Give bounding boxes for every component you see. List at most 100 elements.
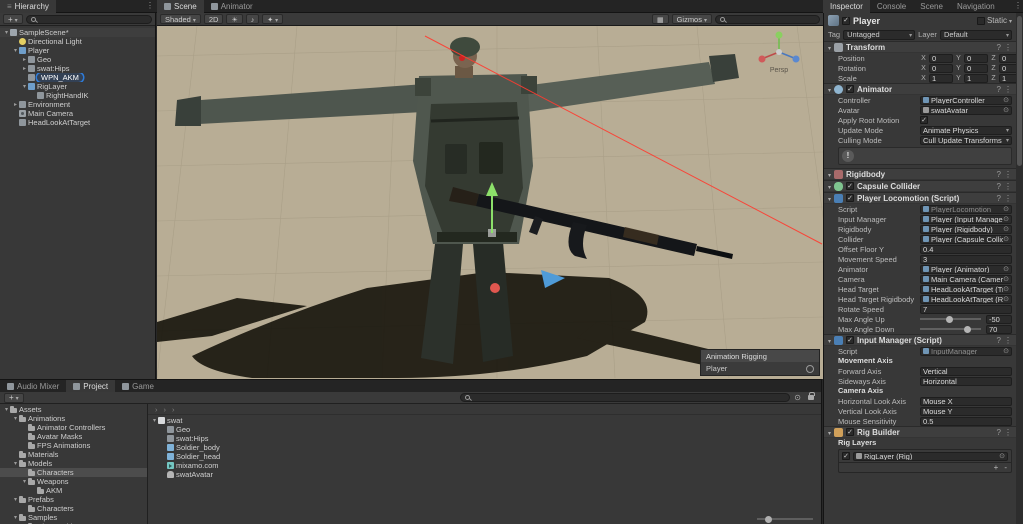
animator-header[interactable]: Animator bbox=[824, 83, 1016, 95]
script-object-field[interactable]: InputManager bbox=[920, 346, 1012, 356]
hierarchy-item[interactable]: Directional Light bbox=[0, 37, 155, 46]
update-mode-dropdown[interactable]: Animate Physics bbox=[920, 125, 1012, 135]
static-toggle[interactable]: Static bbox=[976, 16, 1012, 25]
help-icon[interactable] bbox=[997, 85, 1001, 94]
kebab-menu-icon[interactable] bbox=[1004, 336, 1012, 345]
component-enabled-checkbox[interactable] bbox=[846, 336, 855, 344]
effects-dropdown-button[interactable] bbox=[262, 14, 284, 24]
asset-list-item[interactable]: swat:Hips bbox=[148, 434, 821, 443]
object-field[interactable]: HeadLookAtTarget (Transform) bbox=[920, 284, 1012, 294]
eye-icon[interactable] bbox=[794, 393, 801, 402]
object-picker-icon[interactable] bbox=[1003, 286, 1009, 293]
folder-tree-item[interactable]: ▾ Models bbox=[0, 459, 147, 468]
expand-arrow-icon[interactable]: ▸ bbox=[21, 65, 28, 72]
asset-list-item[interactable]: Soldier_body bbox=[148, 443, 821, 452]
object-field[interactable]: Player (Animator) bbox=[920, 264, 1012, 274]
asset-list-item[interactable]: Geo bbox=[148, 425, 821, 434]
folder-tree-item[interactable]: ▾ Assets bbox=[0, 405, 147, 414]
scene-search-input[interactable] bbox=[715, 14, 820, 24]
folder-tree-item[interactable]: Characters bbox=[0, 468, 147, 477]
kebab-menu-icon[interactable] bbox=[1004, 194, 1012, 203]
object-picker-icon[interactable] bbox=[1003, 206, 1009, 213]
hierarchy-item[interactable]: ▸ Geo bbox=[0, 55, 155, 64]
foldout-arrow-icon[interactable] bbox=[828, 194, 831, 203]
folder-tree-item[interactable]: Materials bbox=[0, 450, 147, 459]
asset-list-item[interactable]: mixamo.com bbox=[148, 461, 821, 470]
vertical-look-field[interactable]: Mouse Y bbox=[920, 406, 1012, 416]
folder-tree-item[interactable]: FPS Animations bbox=[0, 441, 147, 450]
expand-arrow-icon[interactable]: ▾ bbox=[3, 406, 10, 413]
capsule-collider-header[interactable]: Capsule Collider bbox=[824, 180, 1016, 192]
asset-list-item[interactable]: Soldier_head bbox=[148, 452, 821, 461]
breadcrumb-item[interactable] bbox=[169, 405, 178, 414]
gizmos-dropdown[interactable]: Gizmos bbox=[671, 14, 712, 24]
scale-x-field[interactable]: 1 bbox=[929, 73, 953, 83]
player-locomotion-header[interactable]: Player Locomotion (Script) bbox=[824, 192, 1016, 204]
rig-effector-icon[interactable] bbox=[806, 364, 814, 373]
expand-arrow-icon[interactable]: ▾ bbox=[21, 478, 28, 485]
object-picker-icon[interactable] bbox=[1003, 276, 1009, 283]
breadcrumb-item[interactable] bbox=[161, 405, 170, 414]
asset-list-item[interactable]: ▾ swat bbox=[148, 416, 821, 425]
2d-toggle-button[interactable]: 2D bbox=[203, 14, 224, 24]
expand-arrow-icon[interactable]: ▾ bbox=[12, 415, 19, 422]
project-search-input[interactable] bbox=[460, 393, 791, 402]
rotation-x-field[interactable]: 0 bbox=[929, 63, 953, 73]
inspector-kebab-icon[interactable] bbox=[1014, 1, 1022, 10]
input-manager-header[interactable]: Input Manager (Script) bbox=[824, 334, 1016, 346]
max-angle-up-slider[interactable] bbox=[920, 315, 981, 323]
expand-arrow-icon[interactable]: ▾ bbox=[12, 47, 19, 54]
movement-speed-field[interactable]: 3 bbox=[920, 254, 1012, 264]
apply-root-motion-checkbox[interactable] bbox=[920, 116, 928, 124]
help-icon[interactable] bbox=[997, 43, 1001, 52]
scale-y-field[interactable]: 1 bbox=[964, 73, 988, 83]
mouse-sensitivity-field[interactable]: 0.5 bbox=[920, 416, 1012, 426]
object-field[interactable]: Player (Input Manager) bbox=[920, 214, 1012, 224]
gameobject-name[interactable]: Player bbox=[853, 16, 880, 26]
controller-object-field[interactable]: PlayerController bbox=[920, 95, 1012, 105]
inspector-scrollbar[interactable] bbox=[1016, 13, 1023, 524]
tab-console[interactable]: Console bbox=[870, 0, 913, 13]
hierarchy-item[interactable]: ▾ SampleScene* bbox=[0, 28, 155, 37]
asset-list-item[interactable]: swatAvatar bbox=[148, 470, 821, 479]
perspective-label[interactable]: Persp bbox=[755, 67, 803, 74]
slider-knob[interactable] bbox=[945, 315, 953, 323]
tag-dropdown[interactable]: Untagged bbox=[843, 29, 916, 40]
object-picker-icon[interactable] bbox=[1003, 236, 1009, 243]
offset-floor-field[interactable]: 0.4 bbox=[920, 244, 1012, 254]
max-angle-down-field[interactable]: 70 bbox=[986, 324, 1012, 334]
folder-tree-item[interactable]: Avatar Masks bbox=[0, 432, 147, 441]
transform-header[interactable]: Transform bbox=[824, 41, 1016, 53]
object-field[interactable]: Player (Capsule Collider) bbox=[920, 234, 1012, 244]
object-picker-icon[interactable] bbox=[1003, 266, 1009, 273]
project-panel-tab[interactable]: Game bbox=[115, 380, 161, 392]
scrollbar-thumb[interactable] bbox=[1017, 16, 1022, 166]
hierarchy-item[interactable]: ▾ Player bbox=[0, 46, 155, 55]
breadcrumb-item[interactable] bbox=[152, 405, 161, 414]
tab-hierarchy[interactable]: Hierarchy bbox=[0, 0, 56, 13]
help-icon[interactable] bbox=[997, 194, 1001, 203]
avatar-object-field[interactable]: swatAvatar bbox=[920, 105, 1012, 115]
project-panel-tab[interactable]: Audio Mixer bbox=[0, 380, 66, 392]
folder-tree-item[interactable]: ▾ Prefabs bbox=[0, 495, 147, 504]
tab-navigation[interactable]: Navigation bbox=[950, 0, 1002, 13]
folder-tree-item[interactable]: ▾ Weapons bbox=[0, 477, 147, 486]
object-picker-icon[interactable] bbox=[1003, 107, 1009, 114]
hierarchy-item[interactable]: RightHandIK bbox=[0, 91, 155, 100]
object-field[interactable]: Player (Rigidbody) bbox=[920, 224, 1012, 234]
hierarchy-search-input[interactable] bbox=[25, 14, 152, 24]
tab-inspector[interactable]: Inspector bbox=[823, 0, 870, 13]
kebab-menu-icon[interactable] bbox=[1004, 170, 1012, 179]
rig-builder-header[interactable]: Rig Builder bbox=[824, 426, 1016, 438]
hierarchy-item[interactable]: ▸ Environment bbox=[0, 100, 155, 109]
tab-scene[interactable]: Scene bbox=[157, 0, 204, 13]
hierarchy-kebab-icon[interactable] bbox=[146, 1, 154, 10]
help-icon[interactable] bbox=[997, 182, 1001, 191]
foldout-arrow-icon[interactable] bbox=[828, 182, 831, 191]
folder-tree-item[interactable]: ▾ Samples bbox=[0, 513, 147, 522]
object-picker-icon[interactable] bbox=[999, 453, 1005, 460]
position-x-field[interactable]: 0 bbox=[929, 53, 953, 63]
foldout-arrow-icon[interactable] bbox=[828, 85, 831, 94]
expand-arrow-icon[interactable]: ▾ bbox=[12, 496, 19, 503]
component-enabled-checkbox[interactable] bbox=[846, 182, 855, 190]
